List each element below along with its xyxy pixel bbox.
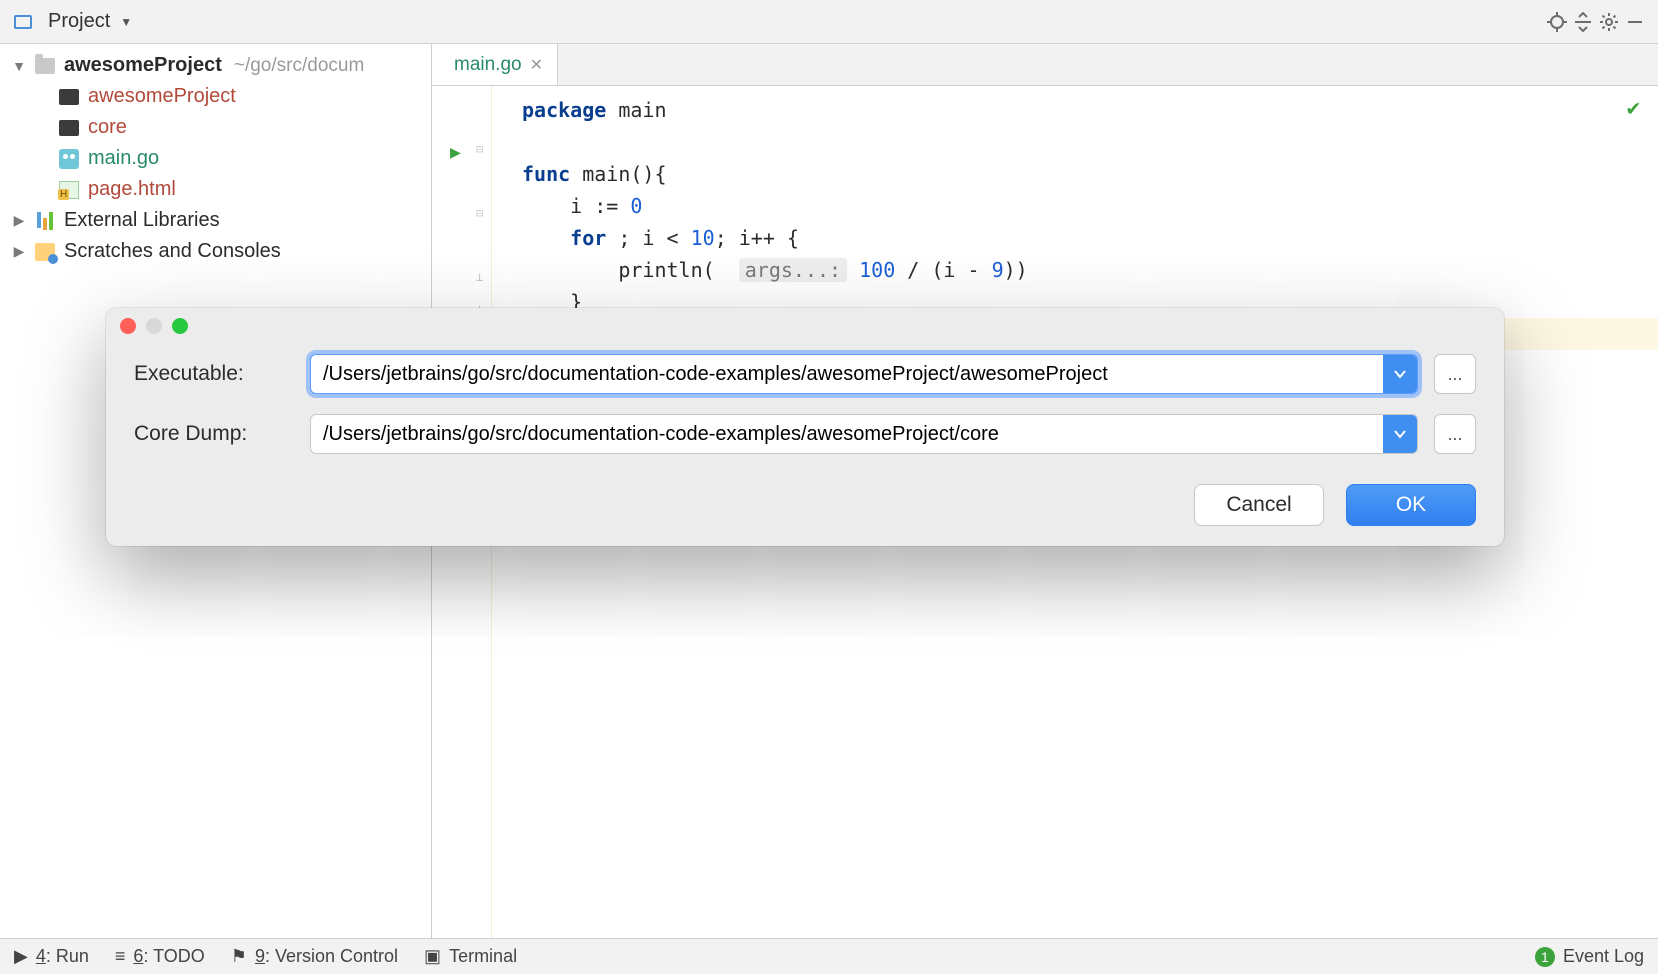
chevron-down-icon[interactable] xyxy=(1383,415,1417,453)
executable-browse-button[interactable]: ... xyxy=(1434,354,1476,394)
dialog-backdrop: Executable: ... Core Dump: ... xyxy=(0,0,1658,974)
window-zoom-icon[interactable] xyxy=(172,318,188,334)
core-dump-dialog: Executable: ... Core Dump: ... xyxy=(106,308,1504,546)
dialog-titlebar[interactable] xyxy=(106,308,1504,344)
chevron-down-icon[interactable] xyxy=(1383,355,1417,393)
cancel-button[interactable]: Cancel xyxy=(1194,484,1324,526)
core-dump-combo[interactable] xyxy=(310,414,1418,454)
core-dump-input[interactable] xyxy=(311,415,1383,453)
core-dump-browse-button[interactable]: ... xyxy=(1434,414,1476,454)
window-minimize-icon[interactable] xyxy=(146,318,162,334)
executable-input[interactable] xyxy=(311,355,1383,393)
core-dump-label: Core Dump: xyxy=(134,422,294,446)
window-close-icon[interactable] xyxy=(120,318,136,334)
executable-label: Executable: xyxy=(134,362,294,386)
ok-button[interactable]: OK xyxy=(1346,484,1476,526)
executable-combo[interactable] xyxy=(310,354,1418,394)
